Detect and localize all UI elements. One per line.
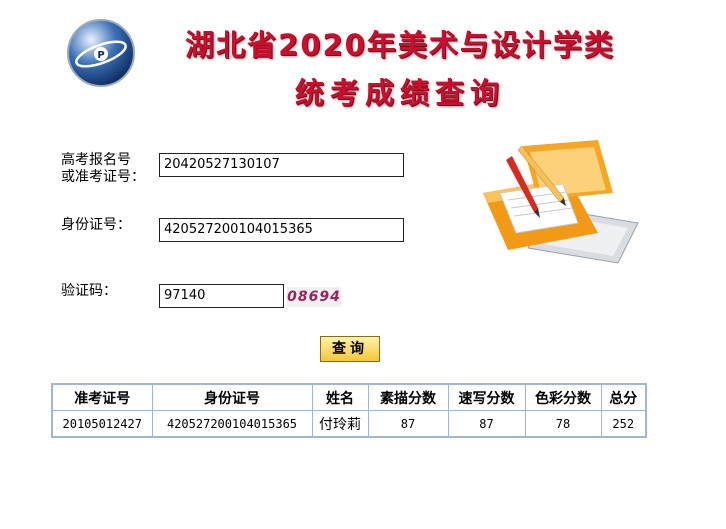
exam-number-label: 高考报名号 或准考证号： xyxy=(61,152,145,186)
id-number-label: 身份证号： xyxy=(61,217,131,233)
captcha-image[interactable]: 08694 xyxy=(287,287,341,307)
results-table: 准考证号 身份证号 姓名 素描分数 速写分数 色彩分数 总分 201050124… xyxy=(51,383,647,438)
page-title-line2: 统考成绩查询 xyxy=(294,76,505,110)
cell-total-score: 252 xyxy=(600,410,647,438)
id-number-input[interactable]: 420527200104015365 xyxy=(159,218,404,242)
query-button[interactable]: 查询 xyxy=(320,336,380,362)
header-exam-number: 准考证号 xyxy=(51,383,153,411)
header-color-score: 色彩分数 xyxy=(524,383,602,411)
page-title-line1: 湖北省2020年美术与设计学类 xyxy=(185,28,615,62)
exam-number-label-line1: 高考报名号 xyxy=(61,152,131,168)
svg-text:P: P xyxy=(97,50,104,61)
cell-id-number: 420527200104015365 xyxy=(151,410,313,438)
exam-number-label-line2: 或准考证号： xyxy=(61,169,145,185)
cell-name: 付玲莉 xyxy=(311,410,369,438)
table-row: 20105012427 420527200104015365 付玲莉 87 87… xyxy=(51,410,647,438)
results-header-row: 准考证号 身份证号 姓名 素描分数 速写分数 色彩分数 总分 xyxy=(51,383,647,411)
header-total-score: 总分 xyxy=(600,383,647,411)
cell-quick-sketch-score: 87 xyxy=(447,410,526,438)
exam-number-input[interactable]: 20420527130107 xyxy=(159,153,404,177)
cell-sketch-score: 87 xyxy=(367,410,449,438)
header-sketch-score: 素描分数 xyxy=(367,383,449,411)
header-id-number: 身份证号 xyxy=(151,383,313,411)
header-quick-sketch-score: 速写分数 xyxy=(447,383,526,411)
header-name: 姓名 xyxy=(311,383,369,411)
captcha-label: 验证码： xyxy=(61,283,117,299)
cell-color-score: 78 xyxy=(524,410,602,438)
cell-exam-number: 20105012427 xyxy=(51,410,153,438)
exam-logo-icon: P xyxy=(67,19,135,87)
folder-pencil-icon xyxy=(483,140,639,264)
captcha-input[interactable]: 97140 xyxy=(159,284,284,308)
